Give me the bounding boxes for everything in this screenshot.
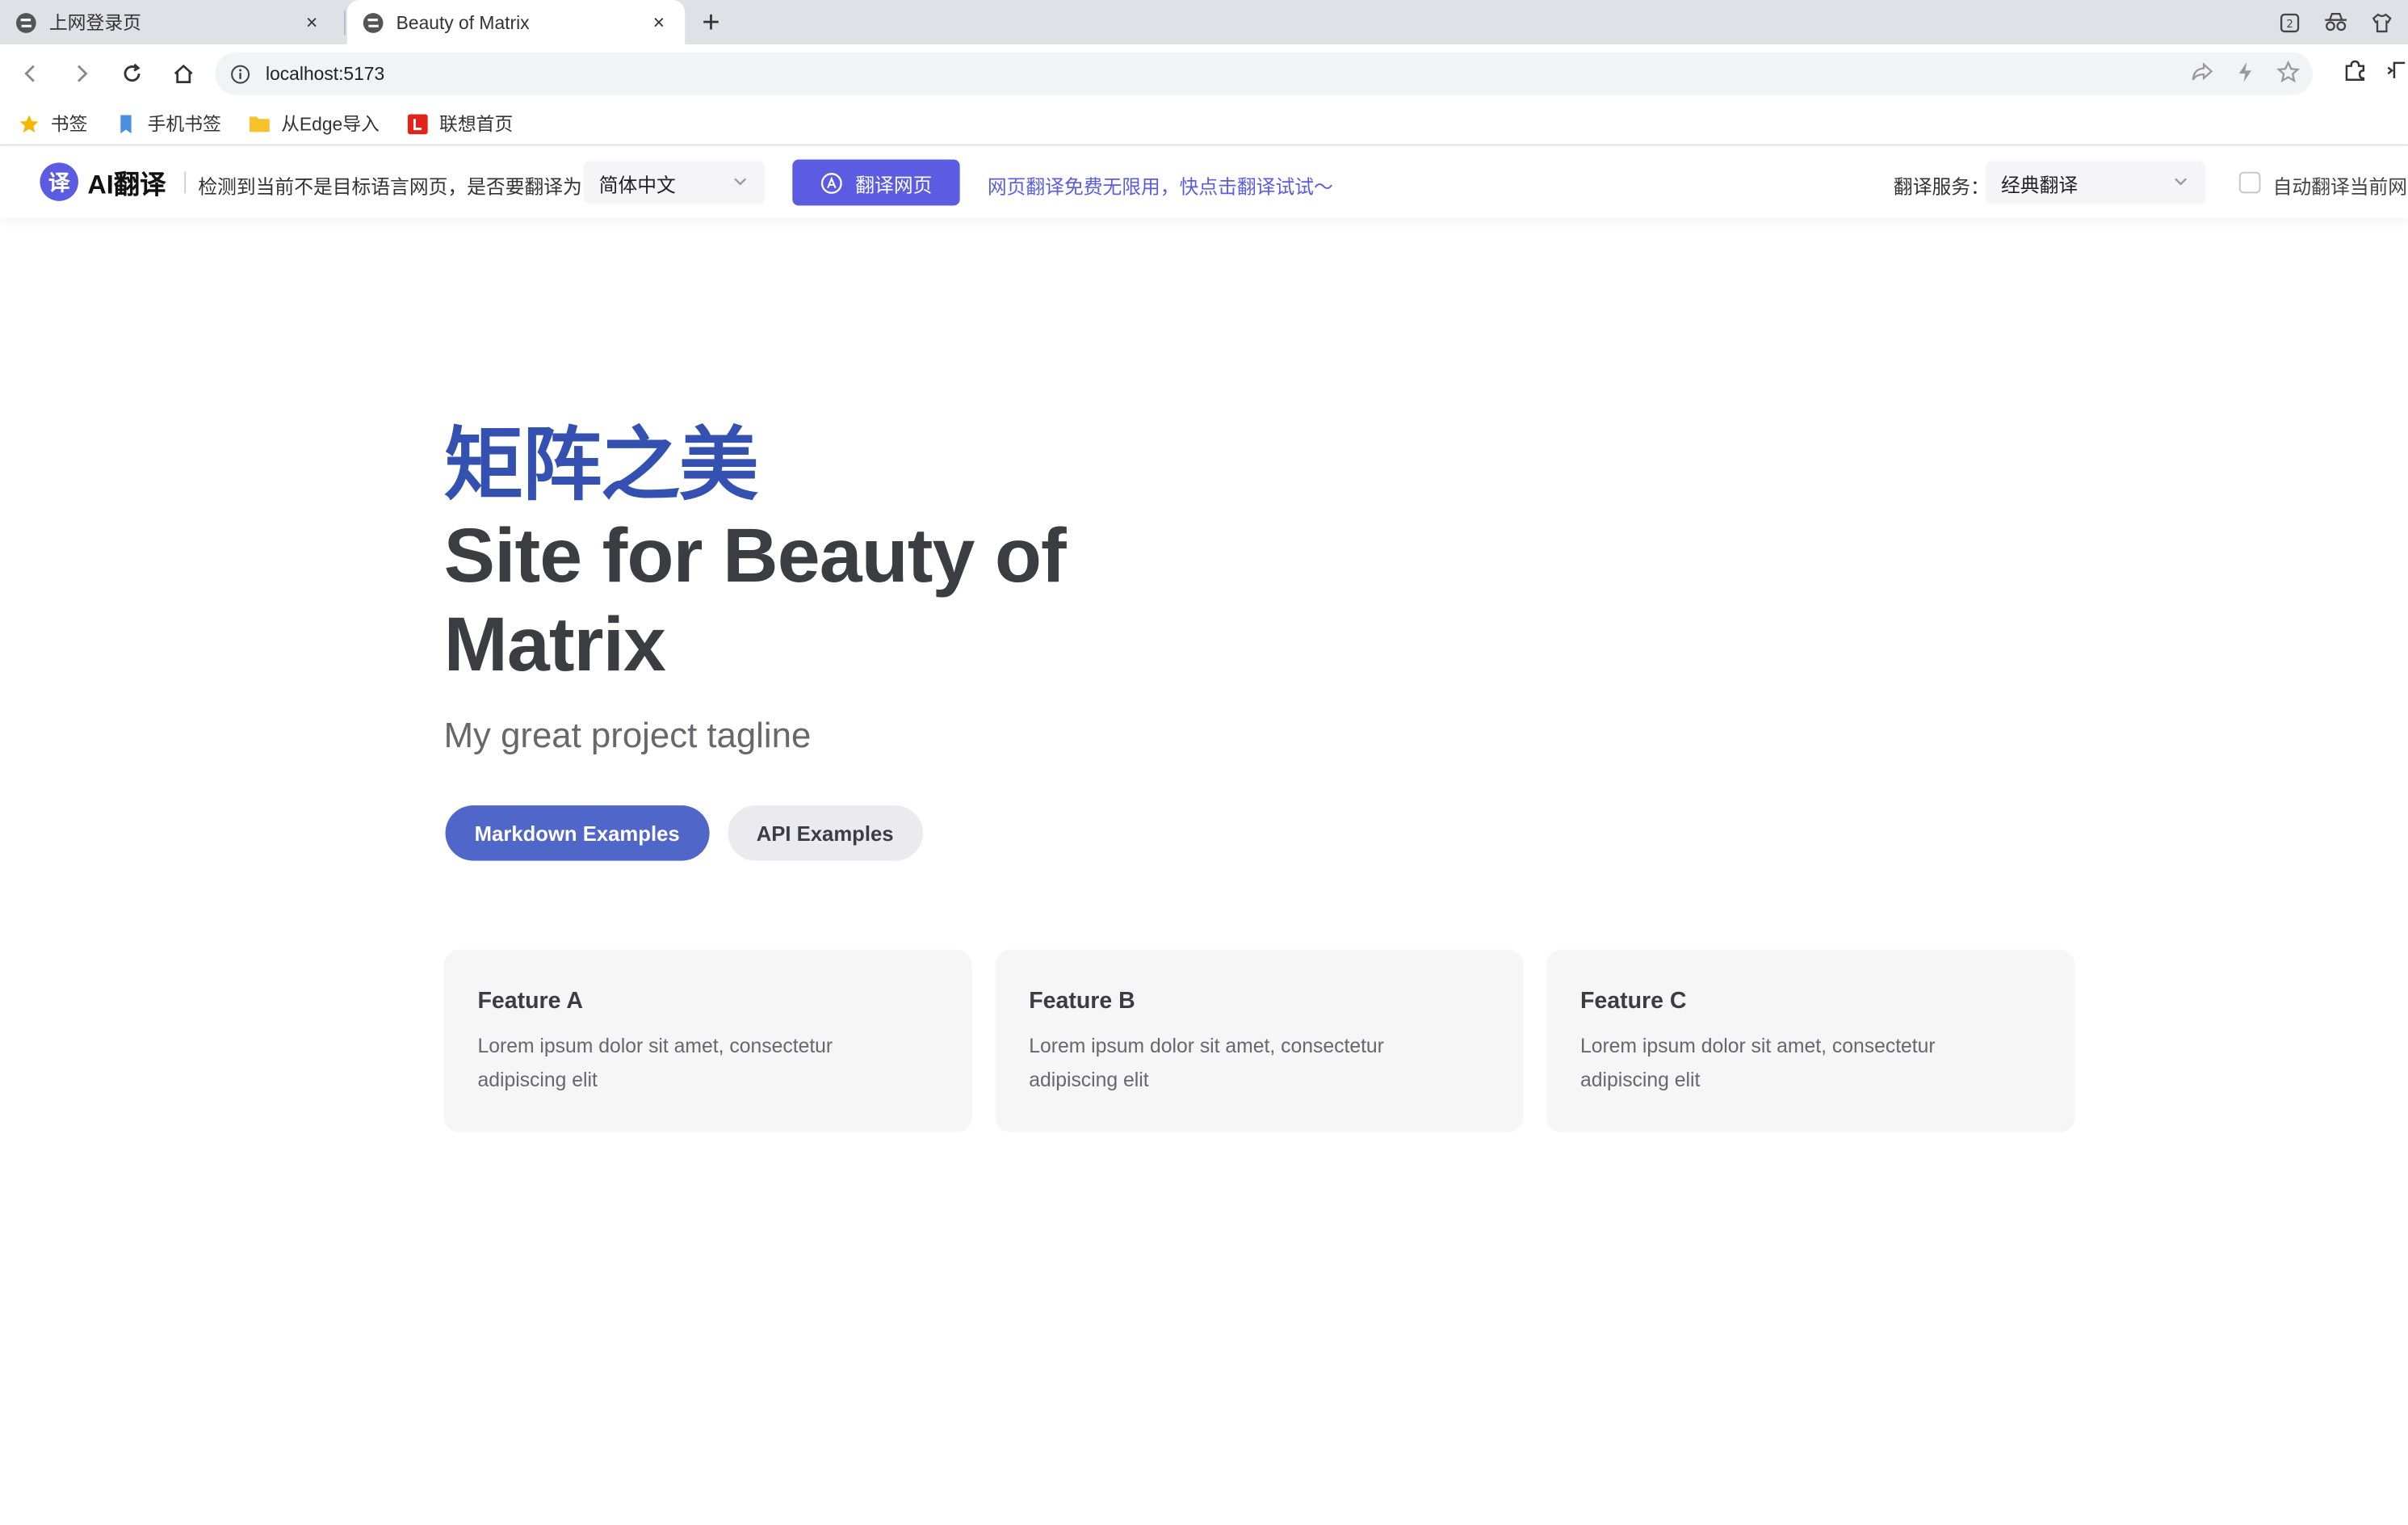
service-value: 经典翻译 — [2001, 174, 2079, 196]
browser-window: 上网登录页 × Beauty of Matrix × + 2 localhost… — [0, 0, 2408, 1525]
bookmark-item[interactable]: 手机书签 — [115, 111, 221, 137]
hero-actions: Markdown Examples API Examples — [445, 805, 923, 861]
divider — [184, 171, 187, 194]
feature-card: Feature A Lorem ipsum dolor sit amet, co… — [443, 949, 972, 1132]
bookmark-item[interactable]: 从Edge导入 — [249, 111, 380, 137]
translate-brand: AI翻译 — [87, 170, 166, 200]
translate-logo-icon: 译 — [40, 162, 78, 201]
auto-translate-checkbox[interactable] — [2238, 171, 2261, 194]
markdown-examples-button[interactable]: Markdown Examples — [445, 805, 709, 861]
svg-text:2: 2 — [2286, 19, 2293, 31]
translate-bar: 译 AI翻译 检测到当前不是目标语言网页，是否要翻译为： 简体中文 翻译网页 网… — [0, 147, 2408, 218]
features-grid: Feature A Lorem ipsum dolor sit amet, co… — [443, 949, 2075, 1132]
hero-text: Site for Beauty of Matrix — [443, 512, 1067, 687]
reload-icon[interactable] — [117, 58, 148, 89]
target-language-value: 简体中文 — [598, 174, 676, 196]
api-examples-button[interactable]: API Examples — [727, 805, 923, 861]
bookmarks-bar: 书签 手机书签 从Edge导入 联想首页 — [0, 103, 2408, 146]
window-controls: 2 — [2276, 9, 2395, 36]
tab-strip: 上网登录页 × Beauty of Matrix × + 2 — [0, 0, 2408, 45]
translate-logo: 译 AI翻译 — [40, 162, 166, 201]
bookmark-label: 从Edge导入 — [281, 113, 380, 136]
bookmark-item[interactable]: 书签 — [19, 111, 88, 137]
tab-login[interactable]: 上网登录页 × — [0, 0, 338, 44]
site-favicon-icon — [15, 11, 37, 33]
feature-card: Feature C Lorem ipsum dolor sit amet, co… — [1546, 949, 2075, 1132]
tab-divider — [344, 11, 346, 36]
chevron-down-icon — [2171, 172, 2190, 191]
feature-details: Lorem ipsum dolor sit amet, consectetur … — [477, 1034, 833, 1091]
translate-button-label: 翻译网页 — [855, 174, 933, 196]
chevron-down-icon — [731, 172, 749, 191]
feature-details: Lorem ipsum dolor sit amet, consectetur … — [1029, 1034, 1384, 1091]
feature-details: Lorem ipsum dolor sit amet, consectetur … — [1579, 1034, 1936, 1091]
new-tab-button[interactable]: + — [694, 6, 728, 40]
feature-title: Feature C — [1579, 988, 1687, 1015]
url-text[interactable]: localhost:5173 — [266, 63, 384, 85]
sidebar-toggle-icon[interactable] — [2386, 58, 2408, 90]
tab-title: 上网登录页 — [48, 12, 141, 34]
lightning-icon[interactable] — [2233, 60, 2257, 92]
translate-page-button[interactable]: 翻译网页 — [792, 159, 960, 206]
bookmark-label: 手机书签 — [147, 113, 221, 136]
forward-icon[interactable] — [66, 58, 97, 89]
auto-translate-label[interactable]: 自动翻译当前网站 — [2273, 170, 2408, 200]
share-icon[interactable] — [2190, 60, 2214, 92]
close-tab-icon[interactable]: × — [301, 11, 323, 33]
feature-title: Feature B — [1029, 988, 1135, 1015]
browser-toolbar-actions — [2343, 58, 2408, 90]
site-favicon-icon — [363, 11, 384, 33]
tab-count-icon[interactable]: 2 — [2276, 9, 2303, 36]
close-tab-icon[interactable]: × — [648, 11, 670, 33]
shirt-icon[interactable] — [2368, 9, 2396, 36]
tab-title: Beauty of Matrix — [396, 11, 530, 33]
star-icon — [19, 113, 40, 135]
bookmark-icon — [115, 113, 137, 135]
bookmark-label: 联想首页 — [439, 113, 514, 136]
translate-prompt: 检测到当前不是目标语言网页，是否要翻译为： — [198, 176, 602, 199]
lenovo-icon — [407, 113, 429, 135]
address-toolbar: localhost:5173 — [0, 44, 2408, 103]
feature-title: Feature A — [477, 988, 584, 1015]
bookmark-item[interactable]: 联想首页 — [407, 111, 513, 137]
site-info-icon[interactable] — [230, 64, 250, 84]
incognito-icon[interactable] — [2322, 9, 2350, 36]
back-icon[interactable] — [15, 58, 46, 89]
bookmark-label: 书签 — [50, 113, 88, 136]
service-label: 翻译服务： — [1893, 176, 1990, 199]
hero-tagline: My great project tagline — [443, 715, 812, 755]
star-outline-icon[interactable] — [2276, 60, 2301, 92]
address-bar[interactable]: localhost:5173 — [215, 52, 2314, 95]
feature-card: Feature B Lorem ipsum dolor sit amet, co… — [995, 949, 1524, 1132]
translation-service-select[interactable]: 经典翻译 — [1986, 161, 2205, 204]
target-language-select[interactable]: 简体中文 — [583, 161, 766, 204]
home-icon[interactable] — [167, 58, 198, 89]
extensions-icon[interactable] — [2343, 58, 2368, 90]
translate-promo-link[interactable]: 网页翻译免费无限用，快点击翻译试试～ — [988, 170, 1333, 200]
address-bar-actions — [2190, 60, 2301, 92]
hero-name: 矩阵之美 — [443, 420, 759, 513]
tab-beauty-of-matrix[interactable]: Beauty of Matrix × — [346, 0, 686, 45]
translate-icon — [820, 171, 844, 194]
folder-icon — [249, 113, 271, 135]
